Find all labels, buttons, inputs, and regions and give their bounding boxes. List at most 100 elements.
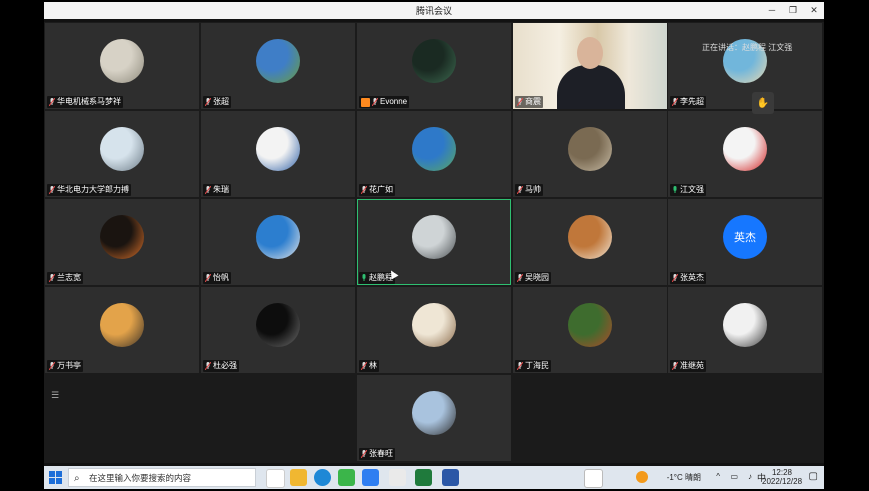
clock[interactable]: 12:28 2022/12/28	[762, 468, 802, 486]
mic-muted-icon	[516, 273, 524, 283]
participant-tile[interactable]: 华北电力大学郎力搏	[45, 111, 199, 197]
participant-name-text: 华北电力大学郎力搏	[57, 185, 129, 194]
participant-tile[interactable]: 商震	[513, 23, 667, 109]
participant-tile[interactable]: 怡帆	[201, 199, 355, 285]
mic-muted-icon	[516, 361, 524, 371]
person-head	[577, 37, 603, 69]
notification-icon[interactable]: ▢	[809, 471, 818, 482]
raise-hand-button[interactable]: ✋	[752, 92, 774, 114]
excel-icon[interactable]	[415, 469, 432, 486]
participant-name: 华北电力大学郎力搏	[47, 184, 131, 196]
minimize-icon[interactable]: ─	[762, 2, 782, 19]
participant-name: 丁海民	[515, 360, 551, 372]
participant-tile[interactable]: 兰志宽	[45, 199, 199, 285]
speaking-text: 正在讲话：赵鹏程 江文强	[702, 43, 793, 52]
word-icon[interactable]	[442, 469, 459, 486]
participant-tile[interactable]: 准继苑	[668, 287, 822, 373]
mic-muted-icon	[360, 185, 368, 195]
avatar	[412, 303, 456, 347]
wechat-icon[interactable]	[338, 469, 355, 486]
avatar	[256, 39, 300, 83]
mic-muted-icon	[204, 361, 212, 371]
mic-active-icon	[361, 274, 367, 282]
avatar	[723, 127, 767, 171]
participant-name-text: 华电机械系马梦祥	[57, 97, 121, 106]
speaking-indicator: 正在讲话：赵鹏程 江文强	[702, 42, 792, 53]
participant-name-text: Evonne	[380, 97, 408, 106]
participant-name-text: 兰志宽	[57, 273, 81, 282]
participant-name-text: 林	[369, 361, 377, 370]
tencent-meeting-icon[interactable]	[362, 469, 379, 486]
avatar	[100, 215, 144, 259]
participant-name-text: 张超	[213, 97, 229, 106]
close-icon[interactable]: ✕	[804, 2, 824, 19]
participant-tile[interactable]: 万书亭	[45, 287, 199, 373]
participant-tile[interactable]: 华电机械系马梦祥	[45, 23, 199, 109]
participant-tile[interactable]: 丁海民	[513, 287, 667, 373]
participant-name-text: 朱瑞	[213, 185, 229, 194]
windows-taskbar: ⌕ 在这里输入你要搜索的内容 -1°C 晴朗 ^ ▭ ♪ 中 12:28 202…	[44, 466, 824, 489]
avatar	[568, 215, 612, 259]
settings-gear-icon[interactable]	[389, 469, 406, 486]
participant-name-text: 马帅	[525, 185, 541, 194]
participant-name-text: 李先超	[680, 97, 704, 106]
participant-tile[interactable]: 林	[357, 287, 511, 373]
participant-name: 张春旺	[359, 448, 395, 460]
volume-icon[interactable]: ♪	[748, 472, 752, 481]
participant-tile[interactable]: 马帅	[513, 111, 667, 197]
edge-browser-icon[interactable]	[314, 469, 331, 486]
mic-muted-icon	[671, 361, 679, 371]
participant-tile[interactable]: 李先超	[668, 23, 822, 109]
participant-tile[interactable]: 吴晓园	[513, 199, 667, 285]
participant-name-text: 准继苑	[680, 361, 704, 370]
participant-name: 江文强	[670, 184, 706, 196]
participant-name: 杜必强	[203, 360, 239, 372]
participant-tile[interactable]: 花广如	[357, 111, 511, 197]
participant-tile[interactable]: 朱瑞	[201, 111, 355, 197]
participant-name-text: 张英杰	[680, 273, 704, 282]
participant-name: 朱瑞	[203, 184, 231, 196]
app-n-icon[interactable]	[584, 469, 603, 488]
mic-muted-icon	[360, 449, 368, 459]
participant-name-text: 吴晓园	[525, 273, 549, 282]
avatar	[723, 303, 767, 347]
avatar-text: 英杰	[734, 232, 756, 244]
taskbar-search-input[interactable]: ⌕ 在这里输入你要搜索的内容	[68, 468, 256, 487]
participant-name: 华电机械系马梦祥	[47, 96, 123, 108]
battery-icon: ▭	[730, 472, 738, 481]
avatar	[568, 127, 612, 171]
participant-tile[interactable]: 张超	[201, 23, 355, 109]
participant-tile[interactable]: Evonne	[357, 23, 511, 109]
participant-tile[interactable]: 杜必强	[201, 287, 355, 373]
avatar	[100, 127, 144, 171]
participant-tile[interactable]: 英杰张英杰	[668, 199, 822, 285]
participant-tile[interactable]: 赵鹏程	[357, 199, 511, 285]
participant-tile[interactable]: 张春旺	[357, 375, 511, 461]
clock-time: 12:28	[771, 468, 793, 477]
task-view-icon[interactable]	[266, 469, 285, 488]
participant-name-text: 杜必强	[213, 361, 237, 370]
avatar	[412, 127, 456, 171]
mic-muted-icon	[360, 361, 368, 371]
participant-name: 马帅	[515, 184, 543, 196]
participant-name: 商震	[515, 96, 543, 108]
mic-muted-icon	[48, 185, 56, 195]
maximize-icon[interactable]: ❐	[783, 2, 803, 19]
window-titlebar: 腾讯会议 ─ ❐ ✕	[44, 2, 824, 19]
participant-name-text: 江文强	[680, 185, 704, 194]
mic-muted-icon	[516, 97, 524, 107]
desktop-screen: 腾讯会议 ─ ❐ ✕ 华电机械系马梦祥 张超 Evonne 商震 李先超华北电力大学郎力…	[44, 2, 824, 489]
avatar	[256, 303, 300, 347]
file-explorer-icon[interactable]	[290, 469, 307, 486]
participant-name: 万书亭	[47, 360, 83, 372]
windows-start-icon[interactable]	[48, 470, 63, 485]
weather-text: -1°C 晴朗	[666, 473, 701, 482]
mic-active-icon	[672, 186, 678, 194]
participant-name: Evonne	[359, 96, 410, 108]
participant-tile[interactable]: 江文强	[668, 111, 822, 197]
tray-chevron-icon[interactable]: ^	[716, 472, 720, 481]
mic-muted-icon	[204, 97, 212, 107]
avatar	[412, 39, 456, 83]
list-menu-icon[interactable]: ☰	[51, 390, 59, 401]
avatar	[256, 215, 300, 259]
